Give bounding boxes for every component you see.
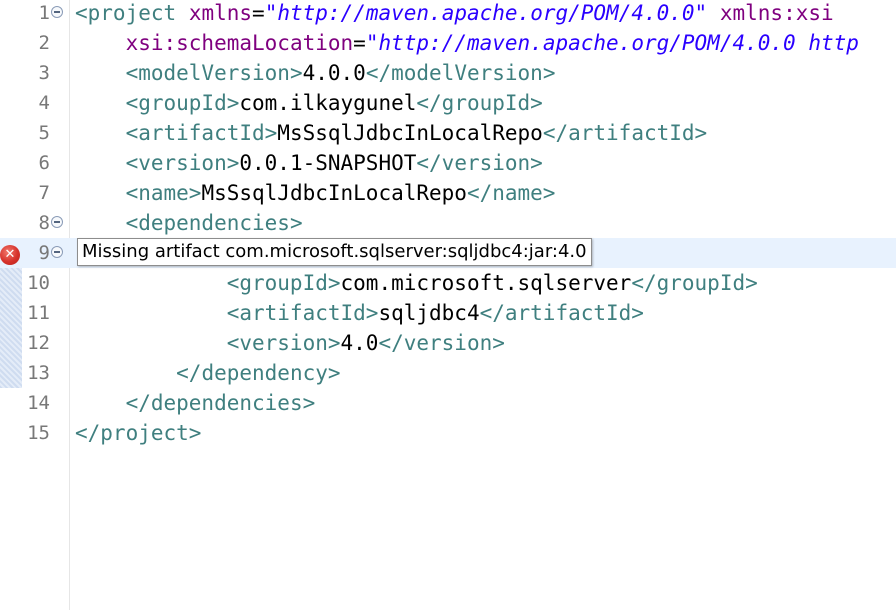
line-number: 10	[27, 272, 50, 294]
xml-attribute-value: "http://maven.apache.org/POM/4.0.0 http	[365, 31, 859, 55]
line-number: 14	[27, 392, 50, 414]
xml-tag: </groupId>	[416, 91, 543, 115]
code-line[interactable]: 12 <version>4.0</version>	[0, 328, 896, 358]
fold-toggle-icon[interactable]	[51, 246, 63, 258]
xml-attribute: xmlns	[188, 1, 253, 25]
code-line[interactable]: 14 </dependencies>	[0, 388, 896, 418]
xml-tag: <name>	[125, 181, 202, 205]
xml-tag: </artifactId>	[542, 121, 708, 145]
code-line[interactable]: 10 <groupId>com.microsoft.sqlserver</gro…	[0, 268, 896, 298]
line-number: 11	[27, 302, 50, 324]
code-line[interactable]: 13 </dependency>	[0, 358, 896, 388]
xml-tag: <artifactId>	[226, 301, 379, 325]
line-number: 1	[38, 2, 50, 24]
code-line[interactable]: 6 <version>0.0.1-SNAPSHOT</version>	[0, 148, 896, 178]
xml-attribute: xmlns:xsi	[719, 1, 834, 25]
xml-tag: <project	[75, 1, 177, 25]
xml-editor[interactable]: 1 <project xmlns="http://maven.apache.org…	[0, 0, 896, 610]
code-text: </dependencies>	[75, 388, 316, 418]
xml-attribute-value: "http://maven.apache.org/POM/4.0.0"	[264, 1, 708, 25]
xml-text	[75, 151, 126, 175]
code-line[interactable]: 8 <dependencies>	[0, 208, 896, 238]
xml-tag: <groupId>	[226, 271, 341, 295]
code-text: <artifactId>sqljdbc4</artifactId>	[75, 298, 644, 328]
code-text: <project xmlns="http://maven.apache.org/…	[75, 0, 834, 28]
xml-text	[75, 361, 176, 385]
line-number: 8	[38, 212, 50, 234]
code-line[interactable]: 15 </project>	[0, 418, 896, 448]
code-text: </project>	[75, 418, 201, 448]
code-text: <name>MsSsqlJdbcInLocalRepo</name>	[75, 178, 556, 208]
xml-tag: </project>	[75, 421, 202, 445]
line-number: 3	[38, 62, 50, 84]
xml-text	[75, 331, 227, 355]
xml-tag: </artifactId>	[479, 301, 644, 325]
line-number: 6	[38, 152, 50, 174]
code-line[interactable]: 11 <artifactId>sqljdbc4</artifactId>	[0, 298, 896, 328]
xml-tag: </version>	[378, 331, 505, 355]
xml-tag: <artifactId>	[125, 121, 278, 145]
code-text: xsi:schemaLocation="http://maven.apache.…	[75, 28, 859, 58]
xml-text: com.microsoft.sqlserver	[340, 271, 632, 295]
xml-text: 4.0	[340, 331, 379, 355]
code-text: <version>0.0.1-SNAPSHOT</version>	[75, 148, 543, 178]
line-number: 15	[27, 422, 50, 444]
line-number: 12	[27, 332, 50, 354]
xml-tag: <version>	[226, 331, 341, 355]
line-number: 7	[38, 182, 50, 204]
xml-tag: </dependencies>	[125, 391, 316, 415]
xml-tag: </name>	[466, 181, 556, 205]
fold-toggle-icon[interactable]	[51, 6, 63, 18]
error-tooltip-text: Missing artifact com.microsoft.sqlserver…	[82, 241, 587, 262]
line-number: 2	[38, 32, 50, 54]
xml-text: MsSsqlJdbcInLocalRepo	[201, 181, 467, 205]
code-line[interactable]: 1 <project xmlns="http://maven.apache.org…	[0, 0, 896, 28]
xml-tag: <groupId>	[125, 91, 240, 115]
xml-text: =	[252, 1, 265, 25]
xml-text: MsSsqlJdbcInLocalRepo	[277, 121, 543, 145]
xml-text	[75, 301, 227, 325]
code-text: </dependency>	[75, 358, 341, 388]
code-text: <modelVersion>4.0.0</modelVersion>	[75, 58, 556, 88]
xml-text	[75, 181, 126, 205]
xml-text	[176, 1, 189, 25]
xml-tag: <version>	[125, 151, 240, 175]
xml-tag: </groupId>	[631, 271, 758, 295]
code-line[interactable]: 3 <modelVersion>4.0.0</modelVersion>	[0, 58, 896, 88]
xml-tag: <dependencies>	[125, 211, 303, 235]
xml-tag: </version>	[416, 151, 543, 175]
xml-text: com.ilkaygunel	[239, 91, 417, 115]
xml-tag: </modelVersion>	[365, 61, 556, 85]
xml-text: 4.0.0	[302, 61, 366, 85]
error-icon[interactable]: ✕	[0, 245, 20, 265]
xml-text	[75, 91, 126, 115]
xml-text	[75, 211, 126, 235]
line-number: 13	[27, 362, 50, 384]
xml-text	[75, 61, 126, 85]
line-number: 4	[38, 92, 50, 114]
code-text: <version>4.0</version>	[75, 328, 505, 358]
code-text: <dependencies>	[75, 208, 303, 238]
xml-text	[707, 1, 720, 25]
xml-attribute: xsi:schemaLocation	[125, 31, 354, 55]
xml-text	[75, 31, 126, 55]
xml-text	[75, 121, 126, 145]
code-line[interactable]: 7 <name>MsSsqlJdbcInLocalRepo</name>	[0, 178, 896, 208]
code-text: <artifactId>MsSsqlJdbcInLocalRepo</artif…	[75, 118, 708, 148]
xml-text: =	[353, 31, 366, 55]
xml-text: sqljdbc4	[378, 301, 480, 325]
xml-text	[75, 271, 227, 295]
xml-text	[75, 391, 126, 415]
fold-toggle-icon[interactable]	[51, 216, 63, 228]
xml-tag: <modelVersion>	[125, 61, 303, 85]
code-line[interactable]: 2 xsi:schemaLocation="http://maven.apach…	[0, 28, 896, 58]
xml-text: 0.0.1-SNAPSHOT	[239, 151, 417, 175]
line-number: 5	[38, 122, 50, 144]
code-line[interactable]: 5 <artifactId>MsSsqlJdbcInLocalRepo</art…	[0, 118, 896, 148]
code-line[interactable]: 4 <groupId>com.ilkaygunel</groupId>	[0, 88, 896, 118]
code-text: <groupId>com.microsoft.sqlserver</groupI…	[75, 268, 758, 298]
xml-tag: </dependency>	[176, 361, 341, 385]
error-tooltip: Missing artifact com.microsoft.sqlserver…	[77, 238, 592, 266]
code-text: <groupId>com.ilkaygunel</groupId>	[75, 88, 543, 118]
